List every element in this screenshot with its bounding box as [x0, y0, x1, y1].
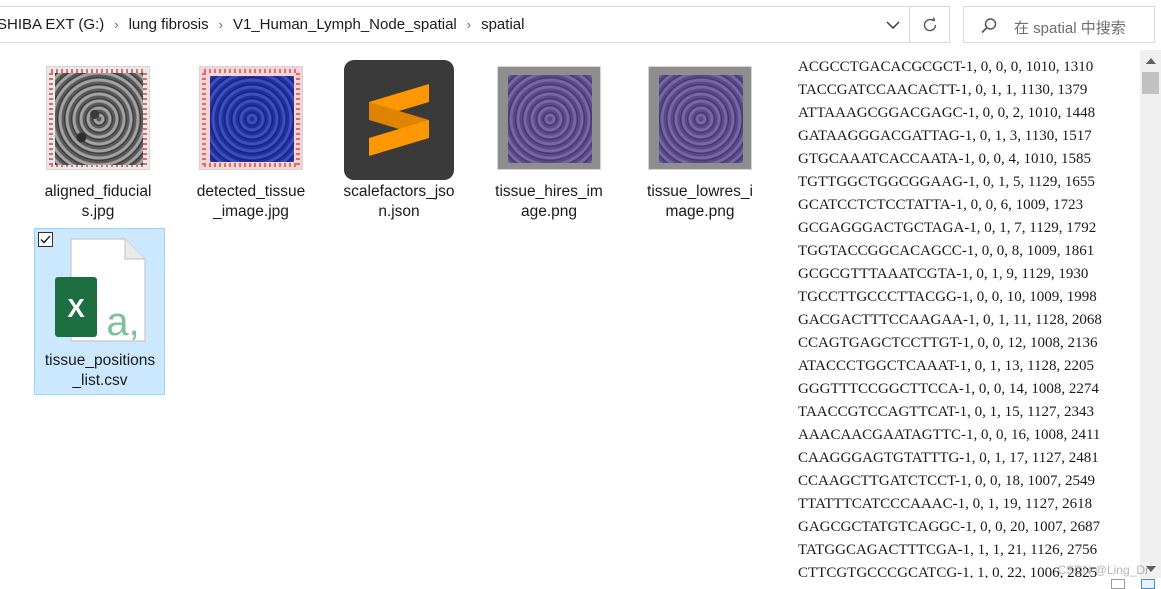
- status-bar: [0, 578, 1161, 589]
- image-thumbnail: [497, 65, 601, 170]
- breadcrumb-list: SHIBA EXT (G:) › lung fibrosis › V1_Huma…: [0, 7, 528, 42]
- breadcrumb-item-lung-fibrosis[interactable]: lung fibrosis: [125, 16, 213, 33]
- search-icon: [981, 18, 997, 34]
- breadcrumb[interactable]: SHIBA EXT (G:) › lung fibrosis › V1_Huma…: [0, 6, 910, 43]
- preview-line: GGGTTTCCGGCTTCCA-1, 0, 0, 14, 1008, 2274: [798, 381, 1099, 397]
- preview-scrollbar[interactable]: [1140, 50, 1161, 578]
- preview-line: AAACAACGAATAGTTC-1, 0, 0, 16, 1008, 2411: [798, 427, 1101, 443]
- preview-line: CAAGGGAGTGTATTTG-1, 0, 1, 17, 1127, 2481: [798, 450, 1099, 466]
- file-item-tissue-lowres-image[interactable]: tissue_lowres_i mage.png: [635, 60, 765, 230]
- details-view-button[interactable]: [1111, 579, 1125, 589]
- preview-line: GATAAGGGACGATTAG-1, 0, 1, 3, 1130, 1517: [798, 128, 1092, 144]
- chevron-down-icon: [886, 21, 900, 29]
- file-name-line: tissue_hires_im: [495, 183, 603, 200]
- preview-line: CCAGTGAGCTCCTTGT-1, 0, 0, 12, 1008, 2136: [798, 335, 1098, 351]
- file-name: aligned_fiducial s.jpg: [33, 182, 163, 222]
- file-thumbnail: [196, 60, 306, 175]
- preview-line: TACCGATCCAACACTT-1, 0, 1, 1, 1130, 1379: [798, 82, 1088, 98]
- file-name-line: detected_tissue: [196, 183, 306, 200]
- file-thumbnail: [494, 60, 604, 175]
- file-name: tissue_positions _list.csv: [35, 351, 165, 391]
- file-name-line: mage.png: [665, 203, 735, 220]
- file-name-line: age.png: [520, 203, 578, 220]
- excel-csv-icon: X a,: [55, 238, 146, 343]
- file-item-tissue-hires-image[interactable]: tissue_hires_im age.png: [484, 60, 614, 230]
- preview-line: CCAAGCTTGATCTCCT-1, 0, 0, 18, 1007, 2549: [798, 473, 1095, 489]
- file-item-tissue-positions-list[interactable]: X a, tissue_positions _list.csv: [34, 228, 165, 395]
- large-icons-view-button[interactable]: [1141, 579, 1155, 589]
- file-item-detected-tissue-image[interactable]: detected_tissue _image.jpg: [186, 60, 316, 230]
- refresh-icon: [923, 16, 936, 31]
- file-list: aligned_fiducial s.jpg detected_tissue _…: [0, 50, 790, 589]
- excel-letter: X: [67, 293, 85, 323]
- preview-pane: ACGCCTGACACGCGCT-1, 0, 0, 0, 1010, 1310 T…: [790, 50, 1140, 589]
- image-thumbnail: [199, 65, 303, 170]
- breadcrumb-item-drive[interactable]: SHIBA EXT (G:): [0, 16, 108, 33]
- file-item-aligned-fiducials[interactable]: aligned_fiducial s.jpg: [33, 60, 163, 230]
- preview-line: GCGCGTTTAAATCGTA-1, 0, 1, 9, 1129, 1930: [798, 266, 1089, 282]
- preview-line: ATACCCTGGCTCAAAT-1, 0, 1, 13, 1128, 2205: [798, 358, 1095, 374]
- sublime-text-icon: [344, 59, 454, 180]
- preview-line: TGTTGGCTGGCGGAAG-1, 0, 1, 5, 1129, 1655: [798, 174, 1095, 190]
- image-thumbnail: [46, 65, 150, 170]
- file-thumbnail: [645, 60, 755, 175]
- search-placeholder: 在 spatial 中搜索: [1014, 20, 1126, 37]
- file-name-line: tissue_positions: [44, 352, 156, 369]
- file-name: tissue_lowres_i mage.png: [635, 182, 765, 222]
- scrollbar-thumb[interactable]: [1142, 72, 1159, 94]
- csv-letter: a,: [106, 300, 139, 343]
- image-thumbnail: [648, 65, 752, 170]
- address-bar: SHIBA EXT (G:) › lung fibrosis › V1_Huma…: [0, 0, 1161, 50]
- file-name: scalefactors_jso n.json: [334, 182, 464, 222]
- preview-line: TGGTACCGGCACAGCC-1, 0, 0, 8, 1009, 1861: [798, 243, 1095, 259]
- file-name-line: n.json: [378, 203, 420, 220]
- file-item-scalefactors-json[interactable]: scalefactors_jso n.json: [334, 59, 464, 230]
- preview-line: GTGCAAATCACCAATA-1, 0, 0, 4, 1010, 1585: [798, 151, 1091, 167]
- preview-line: TATGGCAGACTTTCGA-1, 1, 1, 21, 1126, 2756: [798, 542, 1098, 558]
- file-name-line: scalefactors_jso: [343, 183, 455, 200]
- file-name: detected_tissue _image.jpg: [186, 182, 316, 222]
- file-thumbnail: [344, 59, 454, 180]
- preview-line: TAACCGTCCAGTTCAT-1, 0, 1, 15, 1127, 2343: [798, 404, 1095, 420]
- watermark: CSDN @Ling_Dr: [1057, 563, 1149, 577]
- refresh-button[interactable]: [910, 6, 950, 43]
- file-name-line: aligned_fiducial: [44, 183, 152, 200]
- file-name-line: _list.csv: [72, 372, 128, 389]
- preview-text: ACGCCTGACACGCGCT-1, 0, 0, 0, 1010, 1310 T…: [798, 56, 1102, 585]
- file-thumbnail: [43, 60, 153, 175]
- file-name-line: s.jpg: [81, 203, 115, 220]
- breadcrumb-separator-icon: ›: [218, 17, 223, 32]
- preview-line: ACGCCTGACACGCGCT-1, 0, 0, 0, 1010, 1310: [798, 59, 1094, 75]
- preview-line: ATTAAAGCGGACGAGC-1, 0, 0, 2, 1010, 1448: [798, 105, 1096, 121]
- search-input[interactable]: 在 spatial 中搜索: [963, 6, 1155, 43]
- preview-line: TGCCTTGCCCTTACGG-1, 0, 0, 10, 1009, 1998: [798, 289, 1097, 305]
- file-name-line: tissue_lowres_i: [647, 183, 753, 200]
- breadcrumb-item-spatial[interactable]: spatial: [477, 16, 528, 33]
- sublime-logo-icon: [369, 83, 429, 156]
- scroll-up-arrow-icon[interactable]: [1146, 58, 1156, 64]
- preview-line: GACGACTTTCCAAGAA-1, 0, 1, 11, 1128, 2068: [798, 312, 1102, 328]
- file-name: tissue_hires_im age.png: [484, 182, 614, 222]
- file-thumbnail: X a,: [49, 235, 149, 345]
- preview-line: GCGAGGGACTGCTAGA-1, 0, 1, 7, 1129, 1792: [798, 220, 1097, 236]
- preview-line: GAGCGCTATGTCAGGC-1, 0, 0, 20, 1007, 2687: [798, 519, 1101, 535]
- address-history-dropdown-button[interactable]: [876, 6, 910, 43]
- breadcrumb-separator-icon: ›: [114, 17, 119, 32]
- preview-line: GCATCCTCTCCTATTA-1, 0, 0, 6, 1009, 1723: [798, 197, 1084, 213]
- breadcrumb-item-dataset[interactable]: V1_Human_Lymph_Node_spatial: [229, 16, 461, 33]
- file-name-line: _image.jpg: [213, 203, 289, 220]
- preview-line: TTATTTCATCCCAAAC-1, 0, 1, 19, 1127, 2618: [798, 496, 1093, 512]
- breadcrumb-separator-icon: ›: [466, 17, 472, 32]
